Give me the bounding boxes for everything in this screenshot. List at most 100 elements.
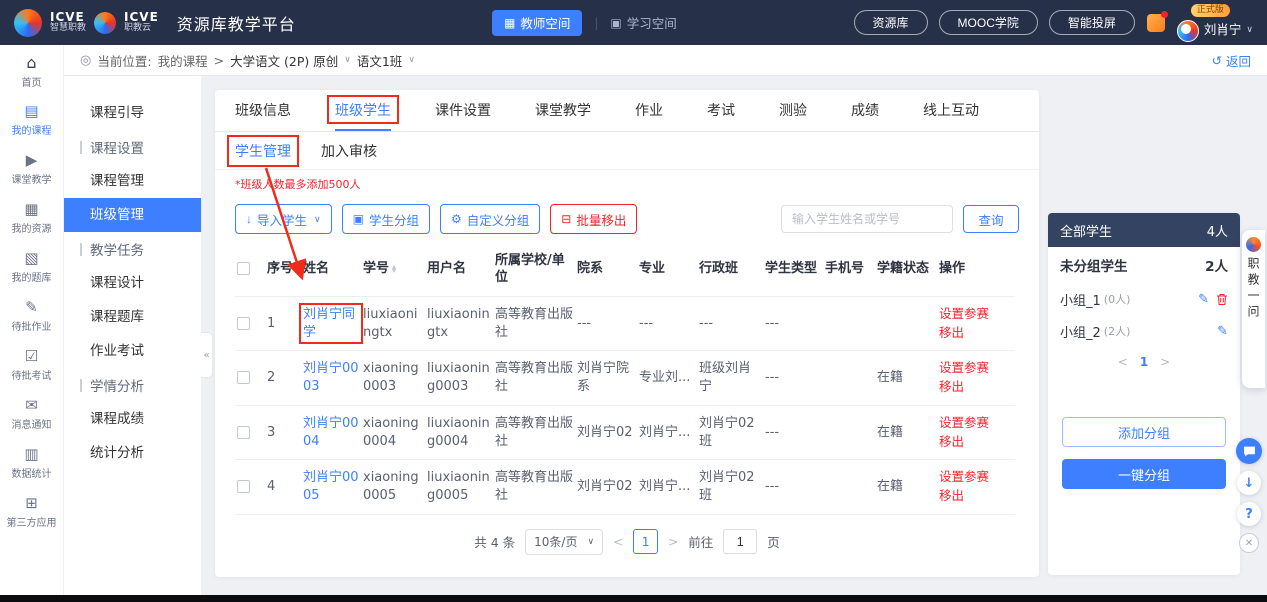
auto-group-button[interactable]: 一键分组 [1062,459,1226,489]
chat-icon[interactable] [1236,438,1262,464]
course-nav-homework-exam[interactable]: 作业考试 [64,334,201,368]
tab-class-students[interactable]: 班级学生 [335,90,391,131]
group-page-number[interactable]: 1 [1140,355,1148,369]
set-contest-link[interactable]: 设置参赛 [939,305,1013,324]
tab-grades[interactable]: 成绩 [851,90,879,131]
sidebar-item-pending-homework[interactable]: ✎ 待批作业 [0,292,63,341]
delete-group-icon[interactable] [1216,293,1228,306]
sidebar-item-my-resources[interactable]: ▦ 我的资源 [0,194,63,243]
custom-group-button[interactable]: ⚙ 自定义分组 [440,204,540,234]
course-caret-icon[interactable]: ∨ [344,55,351,65]
row-checkbox[interactable] [237,480,250,493]
cell-major: --- [637,296,697,351]
remove-student-link[interactable]: 移出 [939,324,1013,343]
logo1-sub: 智慧职教 [50,24,86,33]
assistant-tab[interactable]: 职教一问 [1242,230,1265,388]
course-nav-guide[interactable]: 课程引导 [64,96,201,130]
tab-class-info[interactable]: 班级信息 [235,90,291,131]
edit-group-icon[interactable]: ✎ [1198,293,1209,306]
tab-online-interaction[interactable]: 线上互动 [923,90,979,131]
remove-student-link[interactable]: 移出 [939,433,1013,452]
breadcrumb-class[interactable]: 语文1班 [357,51,402,70]
return-link[interactable]: ↺ 返回 [1212,51,1252,70]
logo-smart-vocational: ICVE 智慧职教 [50,11,86,33]
sidebar-item-third-party-apps[interactable]: ⊞ 第三方应用 [0,488,63,537]
breadcrumb-root[interactable]: 我的课程 [158,51,208,70]
row-checkbox[interactable] [237,426,250,439]
sidebar-item-pending-exams[interactable]: ☑ 待批考试 [0,341,63,390]
import-students-button[interactable]: ↓ 导入学生 ∨ [235,204,332,234]
group-row[interactable]: 小组_1 (0人) ✎ [1048,283,1240,315]
sidebar-item-home[interactable]: ⌂ 首页 [0,47,63,96]
course-nav-course-management[interactable]: 课程管理 [64,164,201,198]
ungrouped-row[interactable]: 未分组学生 2人 [1048,247,1240,283]
subtab-join-review[interactable]: 加入审核 [321,141,377,161]
course-nav-course-design[interactable]: 课程设计 [64,266,201,300]
col-header-student-id[interactable]: 学号▴▾ [361,244,425,296]
set-contest-link[interactable]: 设置参赛 [939,359,1013,378]
course-nav-class-management[interactable]: 班级管理 [64,198,201,232]
subtab-student-management[interactable]: 学生管理 [235,141,291,161]
resource-library-button[interactable]: 资源库 [854,10,928,35]
cell-department: 刘肖宁02 [575,405,637,460]
breadcrumb-course[interactable]: 大学语文 (2P) 原创 [230,51,338,70]
learning-space-link[interactable]: ▣ 学习空间 [610,13,676,32]
download-float-icon[interactable]: ↓ [1237,471,1261,495]
sidebar-item-notifications[interactable]: ✉ 消息通知 [0,390,63,439]
page-size-select[interactable]: 10条/页 ∨ [525,529,603,555]
add-group-button[interactable]: 添加分组 [1062,417,1226,447]
sidebar-collapse-handle[interactable]: « [201,332,213,378]
group-prev-button[interactable]: < [1118,355,1128,369]
tab-courseware-settings[interactable]: 课件设置 [435,90,491,131]
table-row: 2 刘肖宁0003 xiaoning0003 liuxiaoning0003 高… [235,351,1015,406]
tab-exam[interactable]: 考试 [707,90,735,131]
student-group-button[interactable]: ▣ 学生分组 [342,204,430,234]
close-widget-icon[interactable]: ✕ [1239,533,1259,553]
select-all-checkbox[interactable] [237,262,250,275]
help-icon[interactable]: ? [1237,502,1261,526]
nav-divider: | [594,16,598,30]
batch-remove-button[interactable]: ⊟ 批量移出 [550,204,637,234]
student-name-link[interactable]: 刘肖宁0005 [303,469,359,504]
teacher-space-button[interactable]: ▦ 教师空间 [492,10,582,36]
row-checkbox[interactable] [237,317,250,330]
tab-homework[interactable]: 作业 [635,90,663,131]
student-name-link[interactable]: 刘肖宁同学 [303,306,359,341]
student-name-link[interactable]: 刘肖宁0004 [303,415,359,450]
prev-page-button[interactable]: < [613,535,623,549]
set-contest-link[interactable]: 设置参赛 [939,414,1013,433]
mooc-college-button[interactable]: MOOC学院 [939,10,1038,35]
set-contest-link[interactable]: 设置参赛 [939,468,1013,487]
col-header-student-type: 学生类型 [763,244,823,296]
page-number-1[interactable]: 1 [633,529,658,554]
group-row[interactable]: 小组_2 (2人) ✎ [1048,315,1240,347]
sidebar-item-question-bank[interactable]: ▧ 我的题库 [0,243,63,292]
user-menu[interactable]: 刘肖宁 ∨ [1177,20,1253,42]
notification-icon[interactable] [1146,13,1166,33]
remove-student-link[interactable]: 移出 [939,378,1013,397]
next-page-button[interactable]: > [668,535,678,549]
space-nav: ▦ 教师空间 | ▣ 学习空间 [492,0,677,45]
query-button[interactable]: 查询 [963,205,1019,233]
sidebar-item-statistics[interactable]: ▥ 数据统计 [0,439,63,488]
tab-quiz[interactable]: 测验 [779,90,807,131]
row-checkbox[interactable] [237,371,250,384]
course-nav-course-question-bank[interactable]: 课程题库 [64,300,201,334]
edit-group-icon[interactable]: ✎ [1217,325,1228,338]
sort-icon[interactable]: ▴▾ [392,265,396,274]
cell-status: 在籍 [875,460,937,515]
group-next-button[interactable]: > [1160,355,1170,369]
course-nav-course-grades[interactable]: 课程成绩 [64,402,201,436]
sidebar-item-my-courses[interactable]: ▤ 我的课程 [0,96,63,145]
class-caret-icon[interactable]: ∨ [408,55,415,65]
tab-classroom-teaching[interactable]: 课堂教学 [535,90,591,131]
student-name-link[interactable]: 刘肖宁0003 [303,360,359,395]
smart-casting-button[interactable]: 智能投屏 [1049,10,1135,35]
logo2-sub: 职教云 [124,24,159,33]
remove-student-link[interactable]: 移出 [939,487,1013,506]
sidebar-item-classroom-teaching[interactable]: ▶ 课堂教学 [0,145,63,194]
course-nav-statistics-analysis[interactable]: 统计分析 [64,436,201,470]
goto-page-input[interactable] [723,529,757,554]
student-search-input[interactable] [781,205,953,233]
col-header-actions: 操作 [937,244,1015,296]
